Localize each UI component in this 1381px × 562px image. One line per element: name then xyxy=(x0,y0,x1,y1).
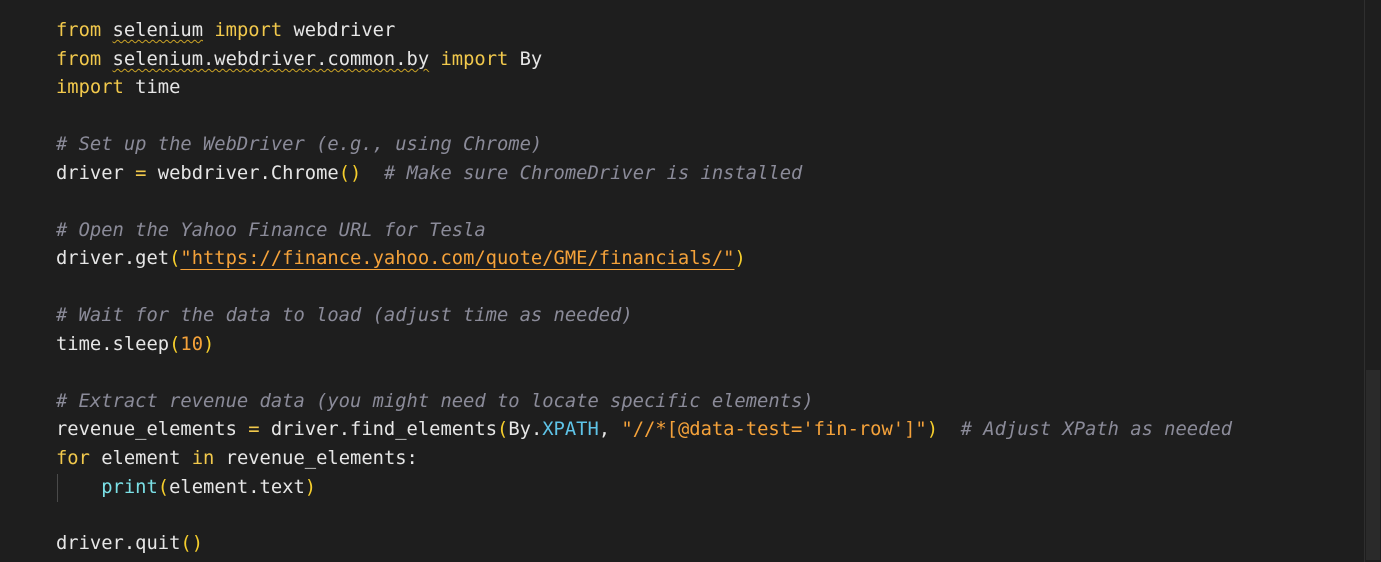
keyword: import xyxy=(440,49,509,70)
code-editor[interactable]: from selenium import webdriver from sele… xyxy=(0,0,1381,562)
code-line-5[interactable]: # Set up the WebDriver (e.g., using Chro… xyxy=(56,131,542,159)
string-literal: "//*[@data-test='fin-row']" xyxy=(621,419,927,440)
code-line-16[interactable]: for element in revenue_elements: xyxy=(56,445,418,473)
keyword: from xyxy=(56,20,102,41)
code-line-17[interactable]: print(element.text) xyxy=(56,474,316,502)
constant: XPATH xyxy=(542,419,599,440)
keyword: from xyxy=(56,49,102,70)
code-line-15[interactable]: revenue_elements = driver.find_elements(… xyxy=(56,416,1232,444)
code-line-11[interactable]: # Wait for the data to load (adjust time… xyxy=(56,302,633,330)
code-line-12[interactable]: time.sleep(10) xyxy=(56,331,214,359)
paren-open: ( xyxy=(169,334,181,355)
function-call: driver.quit xyxy=(56,533,181,554)
parentheses: () xyxy=(338,163,362,184)
code-line-6[interactable]: driver = webdriver.Chrome() # Make sure … xyxy=(56,160,802,188)
code-line-3[interactable]: import time xyxy=(56,74,180,102)
module-name: selenium xyxy=(112,20,204,41)
function-call: webdriver.Chrome xyxy=(157,163,339,184)
keyword: in xyxy=(191,448,215,469)
identifier: By xyxy=(519,49,543,70)
paren-open: ( xyxy=(169,248,181,269)
identifier: webdriver xyxy=(293,20,396,41)
identifier: revenue_elements xyxy=(56,419,237,440)
operator: = xyxy=(135,163,147,184)
vertical-scrollbar[interactable] xyxy=(1365,0,1381,562)
code-line-14[interactable]: # Extract revenue data (you might need t… xyxy=(56,388,814,416)
scrollbar-thumb[interactable] xyxy=(1366,370,1380,560)
parentheses: () xyxy=(180,533,204,554)
comment: # Adjust XPath as needed xyxy=(960,419,1233,440)
paren-open: ( xyxy=(157,477,170,498)
code-line-2[interactable]: from selenium.webdriver.common.by import… xyxy=(56,46,542,74)
identifier: element.text xyxy=(169,477,305,498)
comment: # Open the Yahoo Finance URL for Tesla xyxy=(56,220,486,241)
code-line-19[interactable]: driver.quit() xyxy=(56,530,203,558)
keyword: import xyxy=(214,20,283,41)
paren-close: ) xyxy=(734,248,746,269)
comment: # Make sure ChromeDriver is installed xyxy=(383,163,803,184)
builtin-function: print xyxy=(101,477,158,498)
keyword: import xyxy=(56,77,124,98)
paren-close: ) xyxy=(926,419,939,440)
operator: = xyxy=(248,419,260,440)
identifier: time xyxy=(135,77,181,98)
identifier: By. xyxy=(508,419,543,440)
identifier: element xyxy=(101,448,181,469)
code-line-9[interactable]: driver.get("https://finance.yahoo.com/qu… xyxy=(56,245,746,273)
function-call: driver.get xyxy=(56,248,170,269)
url-string-link[interactable]: "https://finance.yahoo.com/quote/GME/fin… xyxy=(180,248,734,269)
keyword: for xyxy=(56,448,90,469)
comment: # Wait for the data to load (adjust time… xyxy=(56,305,633,326)
paren-close: ) xyxy=(203,334,215,355)
comment: # Set up the WebDriver (e.g., using Chro… xyxy=(56,134,543,155)
separator: , xyxy=(598,419,622,440)
module-name: selenium.webdriver.common.by xyxy=(112,49,430,70)
paren-open: ( xyxy=(497,419,509,440)
paren-close: ) xyxy=(304,477,317,498)
code-line-8[interactable]: # Open the Yahoo Finance URL for Tesla xyxy=(56,217,486,245)
identifier: driver xyxy=(56,163,124,184)
number-literal: 10 xyxy=(180,334,204,355)
code-line-1[interactable]: from selenium import webdriver xyxy=(56,17,395,45)
function-call: time.sleep xyxy=(56,334,170,355)
function-call: driver.find_elements xyxy=(270,419,498,440)
identifier: revenue_elements: xyxy=(225,448,418,469)
comment: # Extract revenue data (you might need t… xyxy=(56,391,814,412)
